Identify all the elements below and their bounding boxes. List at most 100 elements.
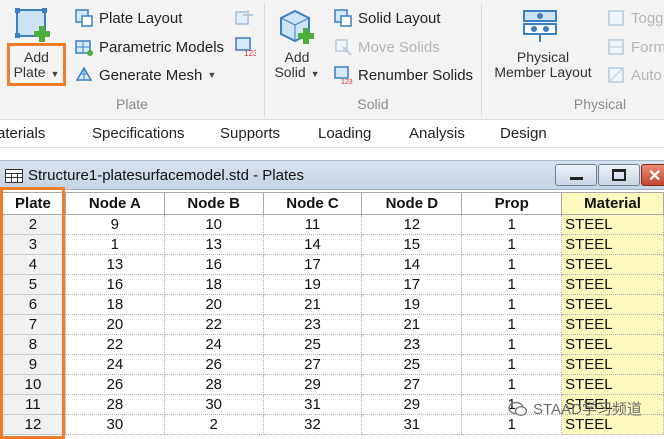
table-row[interactable]: 7 20 22 23 21 1 STEEL — [0, 314, 664, 335]
column-header-node-a[interactable]: Node A — [64, 192, 165, 215]
tab-specifications[interactable]: Specifications — [92, 125, 185, 142]
table-cell[interactable]: 20 — [64, 314, 165, 335]
table-cell[interactable]: 27 — [262, 354, 363, 375]
tab-design[interactable]: Design — [500, 125, 547, 142]
table-cell[interactable]: 10 — [163, 214, 264, 235]
table-cell[interactable]: 18 — [64, 294, 165, 315]
table-cell[interactable]: STEEL — [561, 214, 664, 235]
table-cell[interactable]: 25 — [262, 334, 363, 355]
plate-layout-button[interactable]: Plate Layout — [74, 7, 182, 29]
table-cell[interactable]: 17 — [262, 254, 363, 275]
table-cell[interactable]: 17 — [361, 274, 463, 295]
column-header-prop[interactable]: Prop — [461, 192, 563, 215]
minimize-button[interactable] — [555, 164, 597, 186]
tab-materials[interactable]: aterials — [0, 125, 45, 142]
table-cell[interactable]: STEEL — [561, 314, 664, 335]
parametric-models-button[interactable]: Parametric Models — [74, 36, 224, 58]
close-button[interactable]: ✕ — [641, 164, 664, 186]
table-cell[interactable]: 24 — [163, 334, 264, 355]
plate-add-node-icon[interactable] — [234, 8, 256, 28]
table-cell[interactable]: 15 — [361, 234, 463, 255]
table-cell[interactable]: 14 — [361, 254, 463, 275]
table-cell[interactable]: 1 — [461, 374, 563, 395]
table-cell[interactable]: STEEL — [561, 334, 664, 355]
table-cell[interactable]: 21 — [361, 314, 463, 335]
table-cell[interactable]: 26 — [163, 354, 264, 375]
table-cell[interactable]: 26 — [64, 374, 165, 395]
toggle-button[interactable]: Togg — [606, 7, 664, 29]
generate-mesh-button[interactable]: Generate Mesh ▼ — [74, 64, 216, 86]
svg-text:123: 123 — [341, 79, 353, 85]
table-cell[interactable]: 25 — [361, 354, 463, 375]
move-solids-button[interactable]: Move Solids — [333, 36, 440, 58]
table-cell[interactable]: 1 — [461, 334, 563, 355]
solid-layout-button[interactable]: Solid Layout — [333, 7, 441, 29]
table-cell[interactable]: 1 — [461, 254, 563, 275]
table-cell[interactable]: STEEL — [561, 354, 664, 375]
column-header-node-b[interactable]: Node B — [163, 192, 264, 215]
form-button[interactable]: Form — [606, 36, 664, 58]
table-cell[interactable]: 13 — [64, 254, 165, 275]
table-cell[interactable]: 1 — [461, 214, 563, 235]
table-cell[interactable]: 1 — [461, 314, 563, 335]
table-cell[interactable]: 9 — [64, 214, 165, 235]
table-cell[interactable]: 18 — [163, 274, 264, 295]
table-row[interactable]: 5 16 18 19 17 1 STEEL — [0, 274, 664, 295]
table-cell[interactable]: 2 — [163, 414, 264, 435]
table-cell[interactable]: STEEL — [561, 254, 664, 275]
tab-loading[interactable]: Loading — [318, 125, 371, 142]
table-row[interactable]: 4 13 16 17 14 1 STEEL — [0, 254, 664, 275]
table-cell[interactable]: 1 — [461, 234, 563, 255]
table-cell[interactable]: 21 — [262, 294, 363, 315]
column-header-material[interactable]: Material — [561, 192, 664, 215]
tab-analysis[interactable]: Analysis — [409, 125, 465, 142]
table-cell[interactable]: 16 — [64, 274, 165, 295]
renumber-solids-button[interactable]: 123 Renumber Solids — [333, 64, 473, 86]
table-cell[interactable]: 20 — [163, 294, 264, 315]
table-row[interactable]: 3 1 13 14 15 1 STEEL — [0, 234, 664, 255]
table-cell[interactable]: 30 — [163, 394, 264, 415]
auto-button[interactable]: Auto — [606, 64, 662, 86]
add-solid-button[interactable]: Add Solid ▼ — [271, 50, 323, 82]
table-cell[interactable]: STEEL — [561, 374, 664, 395]
table-cell[interactable]: 31 — [361, 414, 463, 435]
table-cell[interactable]: STEEL — [561, 274, 664, 295]
physical-member-layout-button[interactable]: Physical Member Layout — [488, 50, 598, 80]
table-cell[interactable]: 29 — [361, 394, 463, 415]
table-cell[interactable]: 22 — [163, 314, 264, 335]
table-cell[interactable]: 14 — [262, 234, 363, 255]
table-row[interactable]: 8 22 24 25 23 1 STEEL — [0, 334, 664, 355]
table-cell[interactable]: STEEL — [561, 294, 664, 315]
tab-supports[interactable]: Supports — [220, 125, 280, 142]
table-row[interactable]: 9 24 26 27 25 1 STEEL — [0, 354, 664, 375]
renumber-plates-icon[interactable]: 123 — [234, 36, 256, 58]
table-cell[interactable]: 1 — [64, 234, 165, 255]
table-cell[interactable]: STEEL — [561, 234, 664, 255]
table-cell[interactable]: 30 — [64, 414, 165, 435]
table-cell[interactable]: 31 — [262, 394, 363, 415]
table-row[interactable]: 10 26 28 29 27 1 STEEL — [0, 374, 664, 395]
table-cell[interactable]: 11 — [262, 214, 363, 235]
table-cell[interactable]: 1 — [461, 354, 563, 375]
table-cell[interactable]: 1 — [461, 294, 563, 315]
table-cell[interactable]: 12 — [361, 214, 463, 235]
table-row[interactable]: 6 18 20 21 19 1 STEEL — [0, 294, 664, 315]
column-header-node-c[interactable]: Node C — [262, 192, 363, 215]
table-cell[interactable]: 23 — [361, 334, 463, 355]
table-cell[interactable]: 23 — [262, 314, 363, 335]
maximize-button[interactable] — [598, 164, 640, 186]
table-cell[interactable]: 16 — [163, 254, 264, 275]
table-cell[interactable]: 19 — [361, 294, 463, 315]
table-cell[interactable]: 28 — [64, 394, 165, 415]
table-cell[interactable]: 28 — [163, 374, 264, 395]
table-cell[interactable]: 19 — [262, 274, 363, 295]
table-cell[interactable]: 1 — [461, 274, 563, 295]
table-cell[interactable]: 32 — [262, 414, 363, 435]
table-cell[interactable]: 27 — [361, 374, 463, 395]
table-cell[interactable]: 29 — [262, 374, 363, 395]
column-header-node-d[interactable]: Node D — [361, 192, 463, 215]
table-cell[interactable]: 13 — [163, 234, 264, 255]
table-row[interactable]: 2 9 10 11 12 1 STEEL — [0, 214, 664, 235]
table-cell[interactable]: 22 — [64, 334, 165, 355]
table-cell[interactable]: 24 — [64, 354, 165, 375]
